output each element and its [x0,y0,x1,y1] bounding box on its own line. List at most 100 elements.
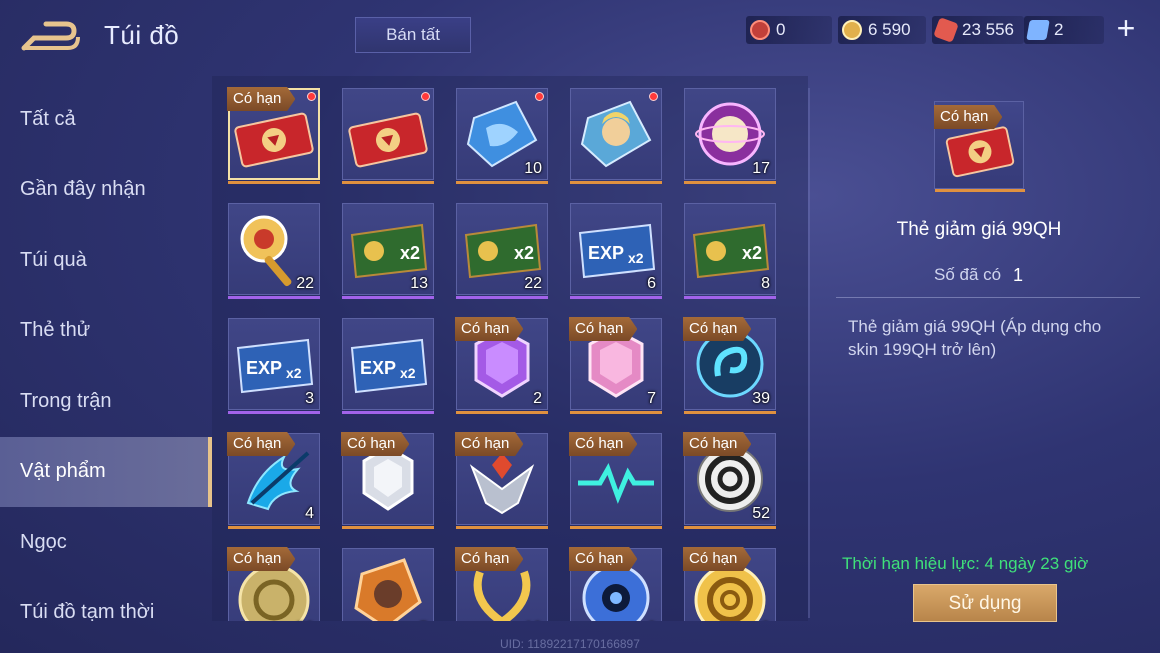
rarity-bar [684,181,776,184]
item-count: 3 [305,390,314,407]
item-count: 50 [296,620,314,621]
rarity-bar [456,181,548,184]
item-slot[interactable]: x2 8 [684,203,776,299]
sidebar-item-recent[interactable]: Gần đây nhận [0,155,212,226]
item-slot[interactable]: 10 [456,88,548,184]
item-count: 39 [752,390,770,407]
page-title: Túi đồ [104,20,180,50]
svg-text:x2: x2 [628,250,644,266]
item-count: 4 [305,505,314,522]
item-slot[interactable]: Có hạn [341,432,434,529]
svg-text:EXP: EXP [588,243,624,263]
item-slot[interactable] [342,88,434,184]
red-gem-icon [750,20,770,40]
voucher-icon [1026,20,1050,40]
item-slot[interactable]: x2 13 [342,203,434,299]
sidebar-item-items[interactable]: Vật phẩm [0,436,212,507]
sidebar-item-trial-cards[interactable]: Thẻ thử [0,296,212,367]
item-slot[interactable]: 5 [342,548,434,621]
ruby-icon [933,17,959,43]
top-bar: Túi đồ Bán tất 0 6 590 23 556 2 + [0,0,1160,72]
new-indicator-dot [307,92,316,101]
add-currency-button[interactable]: + [1112,12,1140,44]
rarity-bar [570,296,662,299]
item-slot[interactable]: EXP x2 3 [228,318,320,414]
item-slot[interactable]: Có hạn [455,432,548,529]
item-slot[interactable]: EXP x2 6 [570,203,662,299]
item-slot[interactable]: Có hạn 4 [227,432,320,529]
sell-all-button[interactable]: Bán tất [355,17,471,53]
selected-item-icon: Có hạn [934,101,1025,192]
rarity-bar [935,189,1025,192]
sidebar-item-label: Vật phẩm [20,460,106,483]
limited-tag: Có hạn [569,547,638,571]
item-slot[interactable]: Có hạn 2 [455,317,548,414]
uid-label: UID: 11892217170166897 [500,637,640,651]
rarity-bar [228,411,320,414]
limited-tag: Có hạn [683,317,752,341]
sidebar-item-label: Tất cả [20,107,76,130]
item-count: 22 [296,275,314,292]
currency-value: 6 590 [868,20,911,39]
validity-text: Thời hạn hiệu lực: 4 ngày 23 giờ [842,554,1089,573]
currency-value: 23 556 [962,20,1014,39]
owned-value: 1 [1013,265,1024,285]
limited-tag: Có hạn [683,432,752,456]
rarity-bar [570,526,662,529]
item-slot[interactable]: EXP x2 [342,318,434,414]
rarity-bar [342,296,434,299]
back-arrow-icon [21,21,80,51]
limited-tag: Có hạn [455,317,524,341]
item-slot[interactable]: 22 [228,203,320,299]
item-slot[interactable]: Có hạn 10 [455,547,548,621]
currency-value: 2 [1054,20,1064,39]
sidebar-item-in-match[interactable]: Trong trận [0,366,212,437]
svg-text:EXP: EXP [360,358,396,378]
rarity-bar [342,526,434,529]
item-slot[interactable]: Có hạn 2 [569,547,662,621]
detail-divider [836,297,1140,298]
item-slot[interactable]: Có hạn 52 [683,432,776,529]
sidebar-item-temp-bag[interactable]: Túi đồ tạm thời [0,578,212,649]
item-slot[interactable]: Có hạn 2 [683,547,776,621]
back-button[interactable] [20,20,80,54]
limited-tag: Có hạn [934,105,1003,129]
item-count: 22 [524,275,542,292]
item-slot[interactable]: Có hạn [569,432,662,529]
item-count: 2 [533,390,542,407]
gold-coin-icon [842,20,862,40]
limited-tag: Có hạn [455,432,524,456]
rarity-bar [684,411,776,414]
item-slot[interactable]: Có hạn 7 [569,317,662,414]
rarity-bar [228,526,320,529]
currency-gold: 6 590 [838,16,926,44]
item-count: 17 [752,160,770,177]
item-count: 10 [524,160,542,177]
sidebar-item-label: Túi quà [20,248,87,271]
limited-tag: Có hạn [341,432,410,456]
sidebar-item-label: Túi đồ tạm thời [20,601,155,624]
limited-tag: Có hạn [227,547,296,571]
item-count: 5 [419,620,428,621]
sidebar-item-gift-bag[interactable]: Túi quà [0,225,212,296]
limited-tag: Có hạn [683,547,752,571]
sidebar-item-all[interactable]: Tất cả [0,84,212,155]
svg-text:x2: x2 [514,243,534,263]
sidebar-item-label: Thẻ thử [20,319,91,342]
sidebar-item-gems[interactable]: Ngọc [0,507,212,578]
limited-tag: Có hạn [455,547,524,571]
item-slot[interactable] [570,88,662,184]
new-indicator-dot [535,92,544,101]
use-button[interactable]: Sử dụng [913,584,1057,622]
svg-text:x2: x2 [286,365,302,381]
limited-tag: Có hạn [227,432,296,456]
item-slot[interactable]: x2 22 [456,203,548,299]
item-slot[interactable]: Có hạn 50 [227,547,320,621]
item-slot[interactable]: Có hạn [227,87,320,184]
rarity-bar [228,296,320,299]
rarity-bar [570,411,662,414]
panel-divider [808,88,810,618]
item-slot[interactable]: 17 [684,88,776,184]
item-slot[interactable]: Có hạn 39 [683,317,776,414]
item-count: 7 [647,390,656,407]
